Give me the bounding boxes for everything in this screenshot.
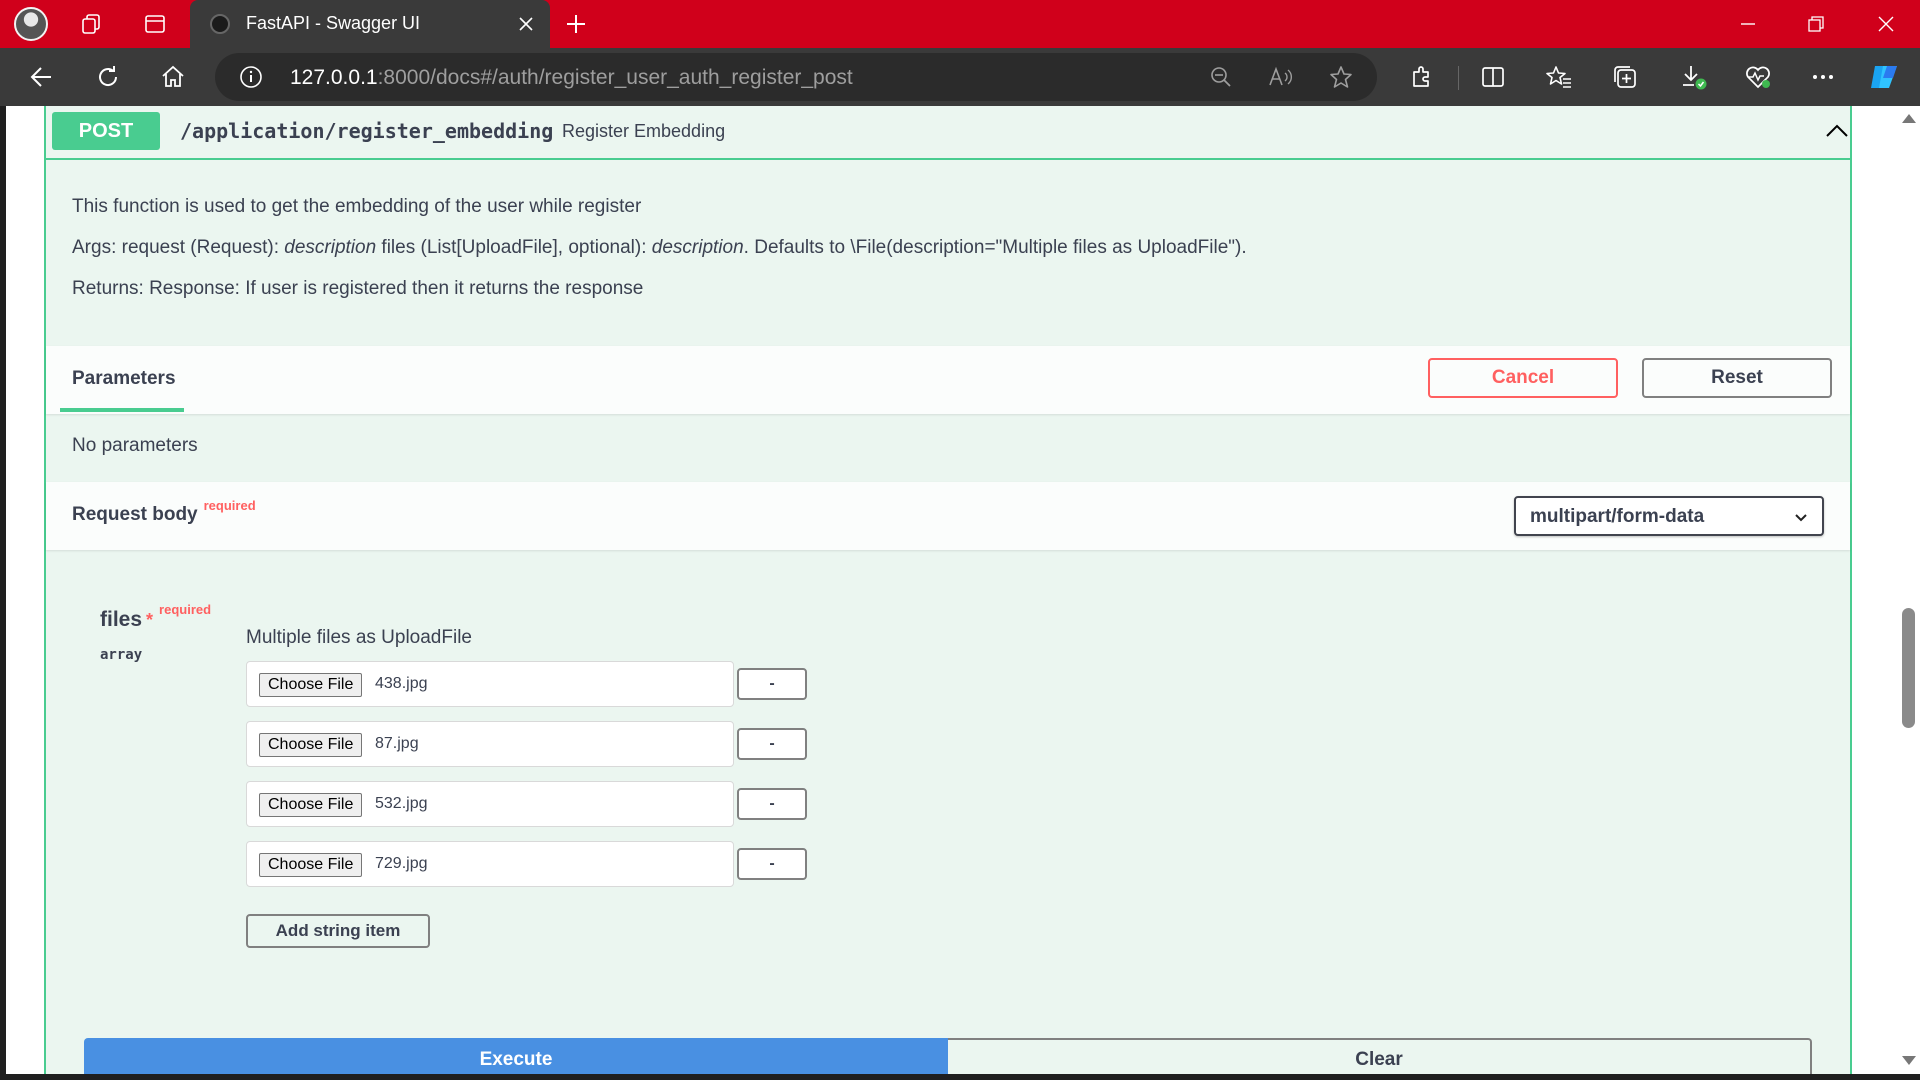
method-badge: POST — [52, 112, 160, 150]
browser-titlebar: FastAPI - Swagger UI — [0, 0, 1920, 48]
content-type-select[interactable]: multipart/form-data — [1514, 496, 1824, 536]
more-options-icon[interactable] — [1805, 59, 1841, 95]
choose-file-button[interactable]: Choose File — [259, 733, 363, 757]
description-args: Args: request (Request): description fil… — [72, 237, 1247, 258]
reset-button[interactable]: Reset — [1642, 358, 1832, 398]
read-aloud-icon[interactable] — [1265, 61, 1297, 93]
zoom-out-icon[interactable] — [1205, 61, 1237, 93]
refresh-icon[interactable] — [90, 59, 126, 95]
description-line: This function is used to get the embeddi… — [72, 196, 642, 217]
choose-file-button[interactable]: Choose File — [259, 673, 363, 697]
back-arrow-icon[interactable] — [24, 59, 60, 95]
window-close-icon[interactable] — [1852, 0, 1920, 48]
extensions-icon[interactable] — [1404, 59, 1440, 95]
copilot-icon[interactable] — [1866, 59, 1902, 95]
operation-block: POST /application/register_embedding Reg… — [44, 106, 1852, 1074]
field-type: array — [100, 647, 143, 663]
downloads-icon[interactable] — [1676, 59, 1712, 95]
tab-close-icon[interactable] — [512, 10, 540, 38]
file-input-row: Choose File 87.jpg — [246, 721, 734, 767]
parameters-header: Parameters Cancel Reset — [46, 346, 1850, 414]
url-text: 127.0.0.1:8000/docs#/auth/register_user_… — [290, 66, 853, 89]
content-type-value: multipart/form-data — [1530, 506, 1705, 527]
split-screen-icon[interactable] — [1475, 59, 1511, 95]
site-info-icon[interactable] — [235, 61, 267, 93]
operation-summary-text: Register Embedding — [562, 121, 726, 141]
file-input-row: Choose File 729.jpg — [246, 841, 734, 887]
tab-active-underline — [60, 408, 184, 412]
cancel-button[interactable]: Cancel — [1428, 358, 1618, 398]
tab-parameters[interactable]: Parameters — [72, 368, 176, 390]
home-icon[interactable] — [155, 59, 191, 95]
toolbar-separator — [1458, 66, 1459, 90]
favorites-icon[interactable] — [1541, 59, 1577, 95]
scroll-down-arrow-icon[interactable] — [1902, 1056, 1916, 1065]
request-body-header: Request body required multipart/form-data — [46, 482, 1850, 550]
operation-summary[interactable]: POST /application/register_embedding Reg… — [46, 106, 1850, 160]
profile-avatar[interactable] — [14, 7, 48, 41]
add-string-item-button[interactable]: Add string item — [246, 914, 430, 948]
minimize-icon[interactable] — [1714, 0, 1782, 48]
browser-toolbar: 127.0.0.1:8000/docs#/auth/register_user_… — [0, 48, 1920, 106]
tab-swagger-ui[interactable]: FastAPI - Swagger UI — [190, 0, 550, 48]
window-bottom-edge — [0, 1074, 1920, 1080]
file-name: 532.jpg — [375, 795, 428, 812]
file-name: 729.jpg — [375, 855, 428, 872]
remove-item-button[interactable]: - — [737, 848, 807, 880]
page-scrollbar[interactable] — [1896, 106, 1920, 1074]
browser-essentials-icon[interactable] — [1740, 59, 1776, 95]
restore-icon[interactable] — [1782, 0, 1850, 48]
page-viewport: POST /application/register_embedding Reg… — [6, 106, 1896, 1074]
clear-button[interactable]: Clear — [948, 1038, 1812, 1074]
collections-icon[interactable] — [1607, 59, 1643, 95]
scroll-up-arrow-icon[interactable] — [1902, 114, 1916, 123]
field-required-badge: required — [159, 602, 212, 617]
fastapi-favicon-icon — [210, 14, 230, 34]
required-star: * — [146, 610, 154, 630]
operation-path: /application/register_embedding — [180, 119, 554, 143]
chevron-up-icon[interactable] — [1822, 116, 1852, 146]
file-name: 87.jpg — [375, 735, 419, 752]
file-input-row: Choose File 438.jpg — [246, 661, 734, 707]
file-input-row: Choose File 532.jpg — [246, 781, 734, 827]
field-name: files *required — [100, 602, 212, 631]
execute-button[interactable]: Execute — [84, 1038, 948, 1074]
choose-file-button[interactable]: Choose File — [259, 793, 363, 817]
choose-file-button[interactable]: Choose File — [259, 853, 363, 877]
field-description: Multiple files as UploadFile — [246, 627, 472, 648]
favorite-star-icon[interactable] — [1325, 61, 1357, 93]
required-badge: required — [203, 498, 256, 513]
workspaces-icon[interactable] — [76, 8, 108, 40]
request-body-title: Request body required — [72, 498, 256, 525]
file-name: 438.jpg — [375, 675, 428, 692]
remove-item-button[interactable]: - — [737, 728, 807, 760]
description-returns: Returns: Response: If user is registered… — [72, 278, 644, 299]
vertical-tabs-icon[interactable] — [139, 8, 171, 40]
tab-title: FastAPI - Swagger UI — [246, 13, 421, 33]
scroll-thumb[interactable] — [1902, 608, 1915, 728]
address-bar[interactable]: 127.0.0.1:8000/docs#/auth/register_user_… — [215, 53, 1377, 101]
remove-item-button[interactable]: - — [737, 788, 807, 820]
new-tab-button[interactable] — [560, 8, 592, 40]
remove-item-button[interactable]: - — [737, 668, 807, 700]
chevron-down-icon — [1792, 508, 1810, 526]
no-parameters-text: No parameters — [72, 435, 198, 456]
